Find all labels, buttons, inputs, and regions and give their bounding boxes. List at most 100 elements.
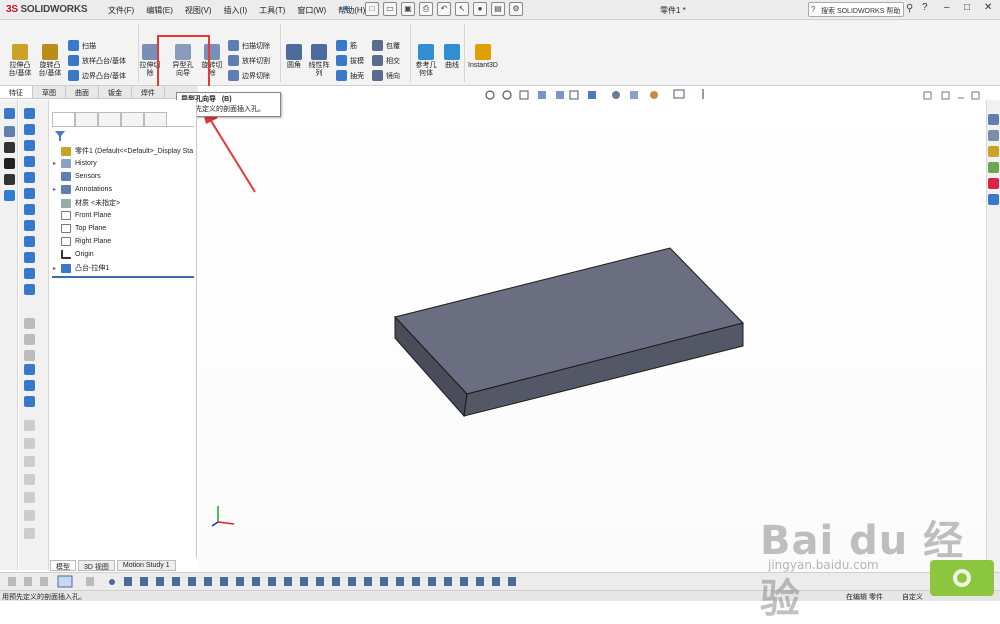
search-input[interactable]: 搜索 SOLIDWORKS 帮助 [808, 2, 904, 17]
select-icon[interactable]: ↖ [455, 2, 469, 16]
line-icon[interactable] [4, 126, 15, 137]
tree-item-boss-extrude[interactable]: ▸ 凸台-拉伸1 [53, 263, 109, 273]
fillet-button[interactable]: 圆角 [284, 44, 304, 70]
intersect-button[interactable]: 相交 [372, 55, 400, 66]
tree-item-origin[interactable]: Origin [53, 250, 94, 259]
help-icon[interactable]: ? [922, 2, 928, 13]
new-icon[interactable]: □ [365, 2, 379, 16]
shell-icon[interactable] [24, 220, 35, 231]
tab-3d-views[interactable]: 3D 视图 [78, 560, 115, 571]
revolve-boss-button[interactable]: 旋转凸 台/基体 [36, 44, 64, 78]
menu-tools[interactable]: 工具(T) [259, 5, 285, 16]
centerline-icon[interactable] [4, 158, 15, 169]
cut-icon[interactable] [24, 172, 35, 183]
menu-insert[interactable]: 插入(I) [224, 5, 248, 16]
menu-view[interactable]: 视图(V) [185, 5, 212, 16]
chamfer-icon[interactable] [24, 204, 35, 215]
dimxpert-tab[interactable] [121, 112, 144, 126]
feature-manager-tab[interactable] [52, 112, 75, 126]
tree-item-history[interactable]: ▸ History [53, 159, 97, 168]
reference-geometry-button[interactable]: 参考几 何体 [412, 44, 440, 78]
solidworks-resources-icon[interactable] [988, 114, 999, 125]
menu-edit[interactable]: 编辑(E) [146, 5, 173, 16]
open-icon[interactable]: ▭ [383, 2, 397, 16]
menu-window[interactable]: 窗口(W) [297, 5, 326, 16]
tab-sketch[interactable]: 草图 [33, 86, 66, 98]
rebuild-icon[interactable]: ● [473, 2, 487, 16]
tree-item-sensors[interactable]: Sensors [53, 172, 101, 181]
curves-button[interactable]: 曲线 [441, 44, 463, 70]
extrude-boss-button[interactable]: 拉伸凸 台/基体 [6, 44, 34, 78]
file-explorer-icon[interactable] [988, 146, 999, 157]
manager-tabs [52, 112, 194, 127]
circle-icon[interactable] [4, 190, 15, 201]
bottom-toolbar-icons[interactable] [0, 573, 560, 591]
wrap-button[interactable]: 包覆 [372, 40, 400, 51]
close-icon[interactable]: ✕ [984, 2, 992, 13]
pin-icon[interactable]: ✦ [342, 4, 350, 15]
fillet-icon[interactable] [24, 188, 35, 199]
mirror-button[interactable]: 镜向 [372, 70, 400, 81]
maximize-icon[interactable]: □ [964, 2, 970, 13]
tab-weldments[interactable]: 焊件 [132, 86, 165, 98]
mirror-icon[interactable] [24, 284, 35, 295]
custom-properties-icon[interactable] [988, 194, 999, 205]
draft-icon [336, 55, 347, 66]
filter-icon[interactable] [55, 131, 65, 141]
undo-icon[interactable]: ↶ [437, 2, 451, 16]
appearances-icon[interactable] [988, 178, 999, 189]
point-icon[interactable] [4, 142, 15, 153]
display-manager-tab[interactable] [144, 112, 167, 126]
rib-icon [336, 40, 347, 51]
graphics-area[interactable] [198, 86, 986, 572]
tree-item-material[interactable]: 材质 <未指定> [53, 198, 120, 208]
draft-button[interactable]: 拔模 [336, 55, 364, 66]
instant3d-button[interactable]: Instant3D [466, 44, 500, 70]
tree-item-right-plane[interactable]: Right Plane [53, 237, 111, 246]
search-icon[interactable]: ⚲ [906, 3, 913, 14]
tab-features[interactable]: 特征 [0, 86, 33, 98]
reference-axis-icon[interactable] [24, 380, 35, 391]
tab-surfaces[interactable]: 曲面 [66, 86, 99, 98]
tab-sheet-metal[interactable]: 钣金 [99, 86, 132, 98]
ribbon-separator [410, 24, 411, 82]
rib-icon[interactable] [24, 236, 35, 247]
configuration-manager-tab[interactable] [98, 112, 121, 126]
design-library-icon[interactable] [988, 130, 999, 141]
tree-item-front-plane[interactable]: Front Plane [53, 211, 111, 220]
linear-pattern-button[interactable]: 线性阵 列 [306, 44, 332, 78]
tab-motion-study[interactable]: Motion Study 1 [116, 560, 176, 571]
sweep-button[interactable]: 扫描 [68, 40, 96, 51]
save-icon[interactable]: ▣ [401, 2, 415, 16]
tab-model[interactable]: 模型 [50, 560, 76, 571]
sweep-cut-button[interactable]: 扫描切除 [228, 40, 270, 51]
rectangle-icon[interactable] [4, 174, 15, 185]
smart-dimension-icon[interactable] [4, 108, 15, 119]
boundary-boss-button[interactable]: 边界凸台/基体 [68, 70, 126, 81]
reference-plane-icon[interactable] [24, 364, 35, 375]
shell-button[interactable]: 抽壳 [336, 70, 364, 81]
loft-icon[interactable] [24, 156, 35, 167]
view-palette-icon[interactable] [988, 162, 999, 173]
loft-boss-button[interactable]: 放样凸台/基体 [68, 55, 126, 66]
menu-file[interactable]: 文件(F) [108, 5, 134, 16]
minimize-icon[interactable]: – [944, 2, 950, 13]
file-properties-icon[interactable]: ▤ [491, 2, 505, 16]
options-icon[interactable]: ⚙ [509, 2, 523, 16]
shell-icon [336, 70, 347, 81]
boundary-cut-button[interactable]: 边界切除 [228, 70, 270, 81]
extrude-icon[interactable] [24, 108, 35, 119]
sweep-icon[interactable] [24, 140, 35, 151]
solidworks-logo[interactable]: 3S SOLIDWORKS [6, 4, 88, 15]
tree-root[interactable]: 零件1 (Default<<Default>_Display Sta [53, 146, 193, 156]
property-manager-tab[interactable] [75, 112, 98, 126]
tree-item-annotations[interactable]: ▸ Annotations [53, 185, 112, 194]
curve-icon[interactable] [24, 396, 35, 407]
print-icon[interactable]: ⎙ [419, 2, 433, 16]
tree-item-top-plane[interactable]: Top Plane [53, 224, 106, 233]
rib-button[interactable]: 筋 [336, 40, 357, 51]
hole-icon[interactable] [24, 268, 35, 279]
revolve-icon[interactable] [24, 124, 35, 135]
draft-icon[interactable] [24, 252, 35, 263]
loft-cut-button[interactable]: 放样切割 [228, 55, 270, 66]
